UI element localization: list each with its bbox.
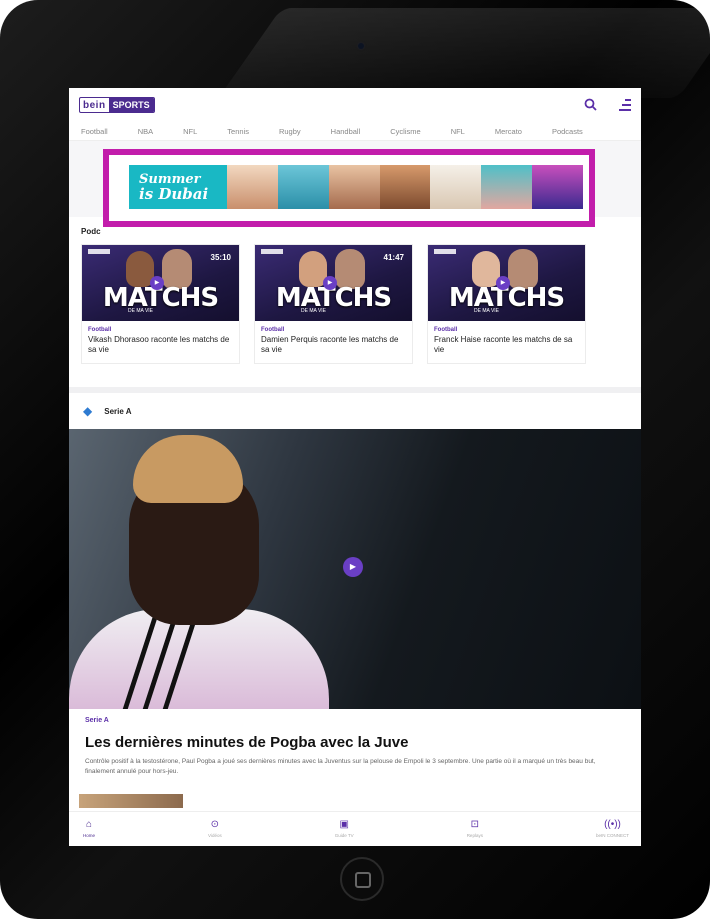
podcast-thumbnail: MATCHS DE MA VIE 41:47 ▶ [255, 245, 412, 321]
matchs-subtitle: DE MA VIE [474, 308, 500, 314]
card-title[interactable]: Damien Perquis raconte les matchs de sa … [261, 335, 406, 355]
nav-item-handball[interactable]: Handball [331, 127, 361, 136]
nav-item-nfl[interactable]: NFL [183, 127, 197, 136]
bottom-nav-live[interactable]: ((•)) beIN CONNECT [595, 819, 629, 839]
glass-glare [218, 8, 710, 98]
ad-photo-people [430, 165, 482, 209]
ad-highlight-frame: Summer is Dubai [103, 149, 595, 227]
play-icon[interactable]: ▶ [150, 276, 164, 290]
sport-nav: Football NBA NFL Tennis Rugby Handball C… [69, 122, 641, 141]
play-icon[interactable]: ▶ [496, 276, 510, 290]
matchs-subtitle: DE MA VIE [301, 308, 327, 314]
bottom-nav-label: Vidéos [208, 833, 222, 838]
bottom-nav-home[interactable]: ⌂ Home [83, 819, 96, 839]
ad-photo-pool [277, 165, 329, 209]
bottom-nav-guide-tv[interactable]: ▣ Guide TV [334, 819, 354, 839]
card-category: Football [261, 327, 285, 333]
ad-photo-beach [227, 165, 278, 209]
ad-photo-spa [328, 165, 380, 209]
bottom-nav-replays[interactable]: ⊡ Replays [466, 819, 483, 839]
article-title[interactable]: Les dernières minutes de Pogba avec la J… [85, 734, 625, 751]
nav-item-nba[interactable]: NBA [138, 127, 153, 136]
podcast-thumbnail: MATCHS DE MA VIE 35:10 ▶ [82, 245, 239, 321]
serie-a-header[interactable]: ◆ Serie A [69, 393, 641, 429]
bottom-nav-videos[interactable]: ⊙ Vidéos [208, 819, 222, 839]
home-icon: ⌂ [85, 819, 93, 830]
replay-icon: ⊡ [470, 819, 480, 830]
card-category: Football [434, 327, 458, 333]
top-bar: bein SPORTS [69, 88, 641, 122]
article-block: Serie A Les dernières minutes de Pogba a… [69, 709, 641, 777]
ad-photo-food [379, 165, 431, 209]
bottom-nav-label: Home [83, 833, 96, 838]
nav-item-rugby[interactable]: Rugby [279, 127, 301, 136]
nav-item-mercato[interactable]: Mercato [495, 127, 522, 136]
bottom-nav-label: Replays [466, 833, 483, 838]
logo-bein-text: bein [83, 99, 106, 111]
ad-photo-kids [481, 165, 533, 209]
logo-sports-text: SPORTS [108, 98, 154, 112]
podcast-card[interactable]: MATCHS DE MA VIE 41:47 ▶ Football Damien… [254, 244, 413, 364]
matchs-subtitle: DE MA VIE [128, 308, 154, 314]
next-article-thumbnail[interactable] [79, 794, 183, 808]
ad-line-1: Summer [139, 171, 201, 187]
nav-item-nfl-2[interactable]: NFL [451, 127, 465, 136]
camera-dot [358, 43, 364, 49]
serie-a-logo-icon: ◆ [83, 404, 93, 418]
bottom-nav: ⌂ Home ⊙ Vidéos ▣ Guide TV ⊡ Replays ((•… [69, 811, 641, 846]
play-icon[interactable]: ▶ [323, 276, 337, 290]
podcast-thumbnail: MATCHS DE MA VIE ▶ [428, 245, 585, 321]
app-screen: bein SPORTS Football NBA NFL Tennis Rugb… [69, 88, 641, 846]
ad-headline: Summer is Dubai [129, 165, 227, 209]
bottom-nav-label: beIN CONNECT [595, 833, 629, 838]
card-title[interactable]: Franck Haise raconte les matchs de sa vi… [434, 335, 579, 355]
search-icon[interactable] [584, 98, 597, 113]
nav-item-cyclisme[interactable]: Cyclisme [390, 127, 420, 136]
hero-video[interactable]: ▶ [69, 429, 641, 709]
card-title[interactable]: Vikash Dhorasoo raconte les matchs de sa… [88, 335, 233, 355]
duration-badge: 41:47 [383, 253, 404, 262]
home-hardware-button[interactable] [340, 857, 384, 901]
ad-line-2: is Dubai [139, 184, 209, 203]
nav-item-tennis[interactable]: Tennis [227, 127, 249, 136]
bein-sports-logo[interactable]: bein SPORTS [79, 97, 155, 113]
podcast-card[interactable]: MATCHS DE MA VIE 35:10 ▶ Football Vikash… [81, 244, 240, 364]
play-icon[interactable]: ▶ [343, 557, 363, 577]
hamburger-menu-icon[interactable] [619, 99, 631, 111]
duration-badge: 35:10 [210, 253, 231, 262]
tv-guide-icon: ▣ [339, 819, 349, 830]
card-category: Football [88, 327, 112, 333]
tablet-frame: bein SPORTS Football NBA NFL Tennis Rugb… [0, 0, 710, 919]
player-hair [133, 435, 243, 503]
ad-banner[interactable]: Summer is Dubai [129, 165, 583, 209]
article-summary: Contrôle positif à la testostérone, Paul… [85, 758, 596, 775]
ad-zone: Summer is Dubai [69, 141, 641, 227]
home-square-icon [355, 872, 371, 888]
bottom-nav-label: Guide TV [334, 833, 354, 838]
nav-item-podcasts[interactable]: Podcasts [552, 127, 583, 136]
nav-item-football[interactable]: Football [81, 127, 108, 136]
live-icon: ((•)) [604, 819, 621, 830]
podcast-cards: MATCHS DE MA VIE 35:10 ▶ Football Vikash… [81, 244, 641, 364]
section-title: Podc [81, 227, 101, 236]
ad-photo-lights [532, 165, 583, 209]
podcasts-section: Podc MATCHS DE MA VIE 35:10 ▶ Football V… [69, 217, 641, 387]
article-category[interactable]: Serie A [85, 717, 625, 724]
serie-a-label: Serie A [104, 406, 132, 416]
podcast-card[interactable]: MATCHS DE MA VIE ▶ Football Franck Haise… [427, 244, 586, 364]
play-circle-icon: ⊙ [210, 819, 220, 830]
